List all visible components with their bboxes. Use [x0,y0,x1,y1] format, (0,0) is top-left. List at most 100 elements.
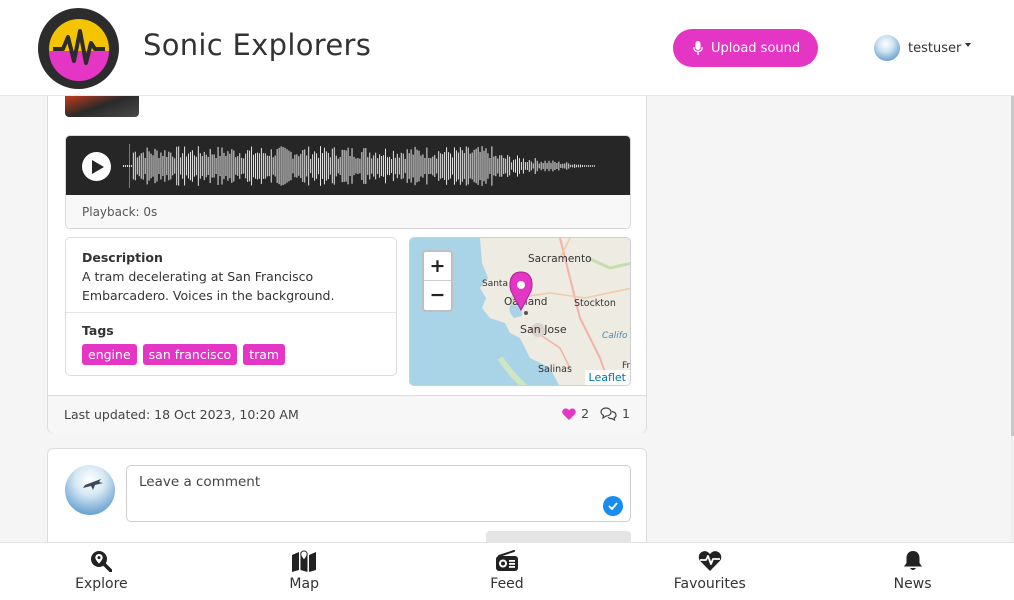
heart-icon[interactable] [562,407,576,420]
comments-icon[interactable] [600,406,617,421]
waveform-bar [544,160,546,172]
tag[interactable]: engine [82,344,137,365]
waveform-player [66,136,630,195]
bell-icon [903,551,922,570]
waveform-bar [186,156,188,176]
upload-sound-button[interactable]: Upload sound [673,29,818,67]
waveform-bar [381,156,383,176]
map-attribution[interactable]: Leaflet [584,370,630,385]
waveform-bar [221,147,223,185]
zoom-out-button[interactable]: − [424,281,451,310]
waveform-bar [178,146,180,186]
waveform-bar [233,150,235,182]
nav-news[interactable]: News [811,543,1014,600]
logo-icon [48,18,109,81]
location-map[interactable]: Sacramento Santa Oakland Stockton San Jo… [409,237,631,386]
waveform-bar [564,163,566,169]
waveform-bar [503,157,505,175]
waveform-bar [582,165,584,167]
waveform-bar [260,148,262,184]
nav-feed[interactable]: Feed [406,543,609,600]
waveform-bar [205,154,207,178]
waveform-bar [367,157,369,175]
waveform-bar [377,158,379,174]
waveform-bar [329,157,331,175]
tag-list: engine san francisco tram [82,344,380,365]
nav-favourites[interactable]: Favourites [608,543,811,600]
tag[interactable]: tram [243,344,286,365]
waveform-bar [471,152,473,180]
search-location-icon [91,551,113,572]
waveform-bar [268,155,270,177]
waveform[interactable] [121,144,599,188]
waveform-bar [442,154,444,178]
waveform-bar [574,164,576,168]
waveform-bar [546,163,548,169]
waveform-bar [138,155,140,177]
waveform-bar [353,156,355,176]
waveform-bar [426,147,428,185]
waveform-bar [438,151,440,181]
waveform-bar [320,146,321,186]
waveform-bar [414,146,416,186]
waveform-bar [321,153,323,179]
waveform-bar [256,152,258,180]
map-label: Stockton [574,298,616,309]
logo[interactable] [38,8,119,89]
waveform-bar [312,154,314,178]
waveform-bar [126,165,128,167]
waveform-bar [538,163,540,169]
waveform-bar [245,153,247,179]
waveform-bar [398,157,400,175]
waveform-bar [475,148,477,184]
waveform-bar [479,151,481,181]
waveform-bar [463,153,465,179]
waveform-bar [325,151,327,181]
heart-pulse-icon [698,551,722,571]
waveform-bar [201,155,203,177]
tag[interactable]: san francisco [142,344,238,365]
waveform-bar [357,157,359,175]
waveform-bar [345,150,347,182]
user-avatar [874,35,900,61]
waveform-bar [258,153,260,179]
waveform-bar [526,162,528,170]
waveform-bar [182,153,184,179]
waveform-bar [570,164,572,168]
waveform-bar [522,158,524,174]
waveform-bar [416,149,418,183]
waveform-bar [379,154,381,178]
waveform-bar [430,158,432,174]
waveform-bar [207,157,209,175]
waveform-bar [302,150,304,182]
waveform-bar [318,157,320,175]
waveform-bar [158,158,160,174]
waveform-bar [540,161,542,171]
waveform-bar [251,146,253,186]
waveform-bar [146,147,148,185]
waveform-bar [444,151,446,181]
waveform-bar [371,158,373,174]
waveform-bar [534,158,536,174]
avatar [65,465,115,515]
user-menu[interactable]: testuser [874,35,972,61]
brand-name[interactable]: Sonic Explorers [143,28,371,62]
waveform-bar [174,158,176,174]
waveform-bar [418,150,420,182]
waveform-bar [211,154,213,178]
waveform-bar [339,156,341,176]
waveform-bar [241,157,243,175]
zoom-in-button[interactable]: + [424,252,451,281]
play-button[interactable] [82,152,111,181]
waveform-bar [239,153,241,179]
waveform-bar [316,153,318,179]
nav-map[interactable]: Map [203,543,406,600]
waveform-bar [562,163,564,169]
nav-explore[interactable]: Explore [0,543,203,600]
waveform-bar [412,154,414,178]
waveform-bar [554,162,556,170]
waveform-bar [432,156,434,176]
waveform-bar [552,160,554,172]
comment-input[interactable]: Leave a comment [126,465,631,522]
waveform-bar [550,162,552,170]
